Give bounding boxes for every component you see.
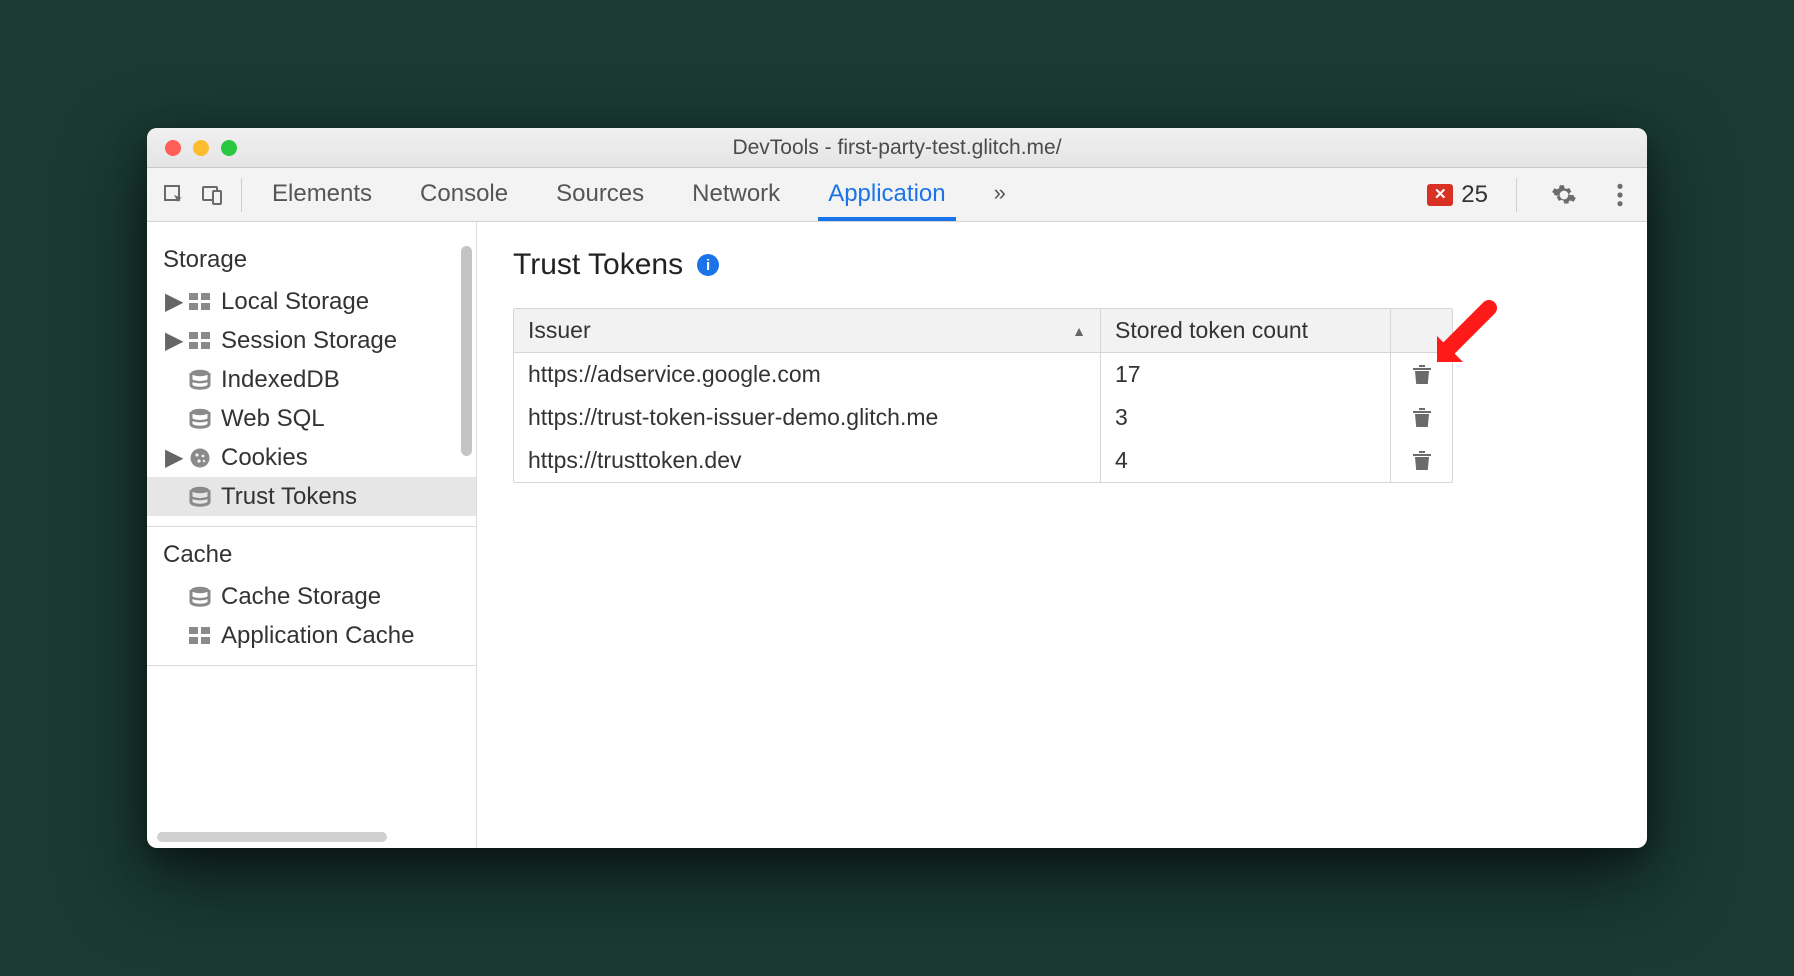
database-icon: [188, 369, 212, 391]
annotation-arrow-icon: [1429, 300, 1499, 370]
panel-title: Trust Tokens i: [513, 248, 1611, 282]
tab-console[interactable]: Console: [414, 170, 514, 220]
devtools-toolbar: Elements Console Sources Network Applica…: [147, 168, 1647, 222]
sidebar-item-local-storage[interactable]: ▶ Local Storage: [147, 282, 476, 321]
grid-icon: [188, 330, 212, 352]
chevron-right-icon: ▶: [165, 326, 179, 355]
sort-ascending-icon: ▲: [1072, 323, 1086, 339]
tab-application[interactable]: Application: [822, 170, 951, 220]
device-toolbar-button[interactable]: [193, 176, 231, 214]
column-header-label: Issuer: [528, 317, 591, 344]
zoom-window-button[interactable]: [221, 140, 237, 156]
sidebar-item-session-storage[interactable]: ▶ Session Storage: [147, 321, 476, 360]
sidebar-item-websql[interactable]: ▶ Web SQL: [147, 399, 476, 438]
sidebar-item-label: Cache Storage: [221, 583, 381, 611]
window-title: DevTools - first-party-test.glitch.me/: [147, 136, 1647, 160]
chevron-right-icon: ▶: [165, 287, 179, 316]
column-header-issuer[interactable]: Issuer ▲: [514, 309, 1100, 352]
sidebar-item-label: Trust Tokens: [221, 483, 357, 511]
errors-indicator[interactable]: 25: [1427, 181, 1488, 209]
sidebar-scrollbar[interactable]: [461, 246, 472, 506]
cell-issuer: https://adservice.google.com: [514, 353, 1100, 396]
sidebar-group-cache: Cache: [147, 531, 476, 577]
database-icon: [188, 486, 212, 508]
sidebar-item-label: Application Cache: [221, 622, 414, 650]
more-options-button[interactable]: [1601, 176, 1639, 214]
cell-count: 17: [1100, 353, 1390, 396]
table-row[interactable]: https://trust-token-issuer-demo.glitch.m…: [514, 396, 1452, 439]
more-tabs-button[interactable]: »: [988, 170, 1012, 220]
cell-count: 3: [1100, 396, 1390, 439]
titlebar: DevTools - first-party-test.glitch.me/: [147, 128, 1647, 168]
sidebar-item-cookies[interactable]: ▶ Cookies: [147, 438, 476, 477]
toolbar-separator: [1516, 178, 1517, 212]
cell-issuer: https://trust-token-issuer-demo.glitch.m…: [514, 396, 1100, 439]
scrollbar-thumb[interactable]: [461, 246, 472, 456]
sidebar-group-storage: Storage: [147, 236, 476, 282]
table-row[interactable]: https://trusttoken.dev 4: [514, 439, 1452, 482]
scrollbar-thumb[interactable]: [157, 832, 387, 842]
sidebar-hscrollbar[interactable]: [157, 832, 426, 842]
sidebar-item-label: Cookies: [221, 444, 308, 472]
database-icon: [188, 408, 212, 430]
error-icon: [1427, 184, 1453, 206]
sidebar-divider: [147, 526, 476, 527]
tab-sources[interactable]: Sources: [550, 170, 650, 220]
cookie-icon: [188, 447, 212, 469]
panel-tabs: Elements Console Sources Network Applica…: [266, 170, 1012, 220]
panel-title-text: Trust Tokens: [513, 248, 683, 282]
inspect-element-button[interactable]: [155, 176, 193, 214]
chevron-right-icon: ▶: [165, 443, 179, 472]
sidebar-item-label: Local Storage: [221, 288, 369, 316]
devtools-window: DevTools - first-party-test.glitch.me/ E…: [147, 128, 1647, 848]
delete-button[interactable]: [1413, 408, 1431, 428]
sidebar-divider: [147, 665, 476, 666]
application-sidebar: Storage ▶ Local Storage ▶ Session Storag…: [147, 222, 477, 848]
tab-elements[interactable]: Elements: [266, 170, 378, 220]
database-icon: [188, 586, 212, 608]
tab-network[interactable]: Network: [686, 170, 786, 220]
toolbar-separator: [241, 178, 242, 212]
sidebar-item-application-cache[interactable]: ▶ Application Cache: [147, 616, 476, 655]
column-header-label: Stored token count: [1115, 317, 1308, 344]
sidebar-item-label: Web SQL: [221, 405, 325, 433]
grid-icon: [188, 291, 212, 313]
settings-button[interactable]: [1545, 176, 1583, 214]
grid-icon: [188, 625, 212, 647]
trust-tokens-panel: Trust Tokens i Issuer ▲ Stored token cou…: [477, 222, 1647, 848]
sidebar-item-label: Session Storage: [221, 327, 397, 355]
panel-body: Storage ▶ Local Storage ▶ Session Storag…: [147, 222, 1647, 848]
window-controls: [147, 140, 237, 156]
cell-count: 4: [1100, 439, 1390, 482]
table-row[interactable]: https://adservice.google.com 17: [514, 353, 1452, 396]
column-header-count[interactable]: Stored token count: [1100, 309, 1390, 352]
error-count: 25: [1461, 181, 1488, 209]
delete-button[interactable]: [1413, 451, 1431, 471]
trust-tokens-table: Issuer ▲ Stored token count https://adse…: [513, 308, 1453, 483]
sidebar-item-trust-tokens[interactable]: ▶ Trust Tokens: [147, 477, 476, 516]
delete-button[interactable]: [1413, 365, 1431, 385]
minimize-window-button[interactable]: [193, 140, 209, 156]
cell-issuer: https://trusttoken.dev: [514, 439, 1100, 482]
sidebar-item-label: IndexedDB: [221, 366, 340, 394]
close-window-button[interactable]: [165, 140, 181, 156]
info-icon[interactable]: i: [697, 254, 719, 276]
sidebar-item-cache-storage[interactable]: ▶ Cache Storage: [147, 577, 476, 616]
sidebar-item-indexeddb[interactable]: ▶ IndexedDB: [147, 360, 476, 399]
